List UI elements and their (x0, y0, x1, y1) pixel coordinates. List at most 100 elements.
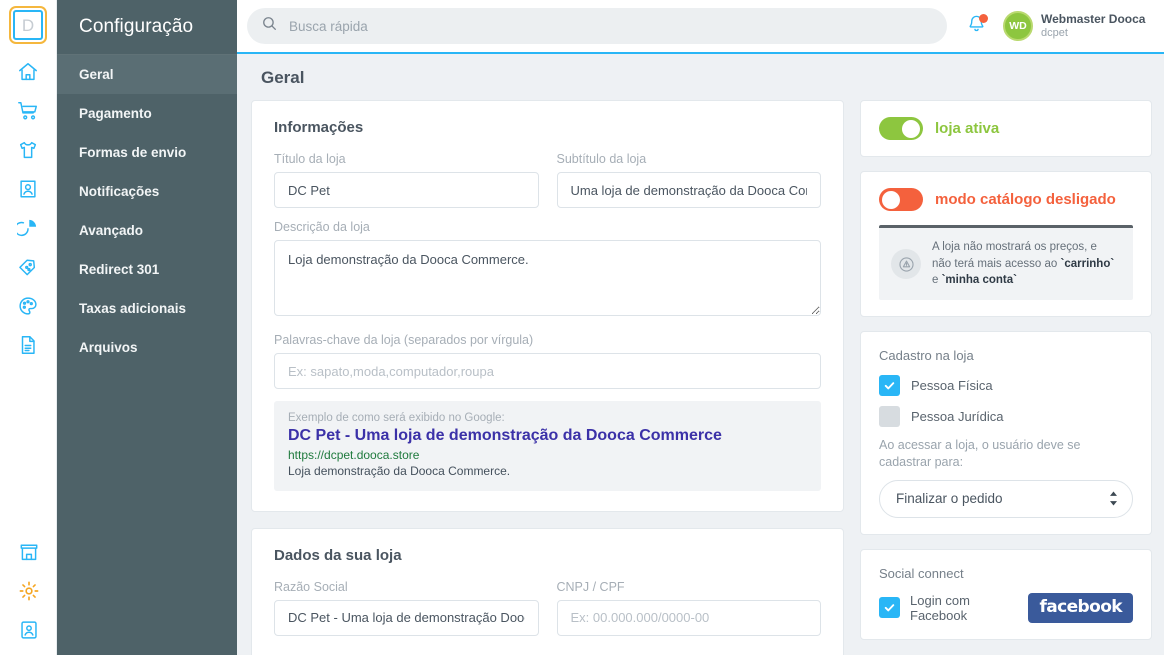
loja-ativa-toggle[interactable] (879, 117, 923, 140)
note-minha-conta: `minha conta` (941, 274, 1017, 287)
rail-item-reports[interactable] (0, 208, 57, 247)
google-preview-note: Exemplo de como será exibido no Google: (288, 412, 505, 424)
rail-item-theme[interactable] (0, 286, 57, 325)
sidebar-item-geral[interactable]: Geral (57, 55, 237, 94)
google-preview-title: DC Pet - Uma loja de demonstração da Doo… (288, 427, 722, 444)
titulo-input[interactable] (274, 172, 539, 208)
user-meta: Webmaster Dooca dcpet (1041, 12, 1145, 40)
sidebar-nav: Geral Pagamento Formas de envio Notifica… (57, 55, 237, 367)
modo-catalogo-row: modo catálogo desligado (879, 188, 1133, 211)
page-scroll[interactable]: Geral Informações Título da loja Subtítu… (237, 54, 1164, 655)
pessoa-juridica-label: Pessoa Jurídica (911, 409, 1004, 425)
pessoa-juridica-checkbox[interactable] (879, 406, 900, 428)
pessoa-fisica-checkbox[interactable] (879, 375, 900, 397)
loja-ativa-label: loja ativa (935, 120, 1000, 137)
descricao-label: Descrição da loja (274, 220, 370, 234)
field-subtitulo-da-loja: Subtítulo da loja (556, 152, 821, 208)
toggle-knob (902, 119, 920, 138)
palette-icon (17, 295, 39, 317)
informacoes-title: Informações (274, 119, 364, 136)
warning-icon (891, 249, 921, 279)
rail-item-customers[interactable] (0, 169, 57, 208)
cart-icon (17, 100, 39, 122)
facebook-login-row: Login com Facebook facebook (879, 592, 1133, 623)
sidebar-item-notificacoes[interactable]: Notificações (57, 172, 237, 211)
sidebar-item-pagamento[interactable]: Pagamento (57, 94, 237, 133)
settings-sidebar: Configuração Geral Pagamento Formas de e… (57, 0, 237, 655)
notifications-button[interactable] (961, 11, 991, 41)
sidebar-item-taxas-adicionais[interactable]: Taxas adicionais (57, 289, 237, 328)
search-box[interactable] (247, 8, 947, 44)
field-descricao-da-loja: Descrição da loja Loja demonstração da D… (274, 220, 821, 321)
dados-loja-title: Dados da sua loja (274, 546, 402, 564)
google-preview: Exemplo de como será exibido no Google: … (274, 401, 821, 491)
top-bar: WD Webmaster Dooca dcpet (237, 0, 1164, 54)
home-icon (17, 61, 39, 83)
rail-item-pages[interactable] (0, 325, 57, 364)
account-icon (18, 619, 40, 641)
subtitulo-input[interactable] (556, 172, 821, 208)
facebook-button[interactable]: facebook (1028, 592, 1133, 623)
tshirt-icon (17, 139, 39, 161)
titulo-subtitulo-row: Título da loja Subtítulo da loja (274, 152, 821, 220)
brand-logo[interactable]: D (13, 10, 43, 40)
field-cnpj-cpf: CNPJ / CPF (556, 580, 821, 636)
toggle-knob (882, 190, 900, 209)
facebook-login-label: Login com Facebook (910, 592, 970, 623)
rail-item-home[interactable] (0, 52, 57, 91)
rail-item-orders[interactable] (0, 91, 57, 130)
rail-item-store[interactable] (0, 532, 57, 571)
titulo-label: Título da loja (274, 152, 346, 166)
note-line-1: A loja não mostrará os preços, e (932, 241, 1097, 253)
pessoa-fisica-row[interactable]: Pessoa Física (879, 375, 1133, 397)
rail-item-products[interactable] (0, 130, 57, 169)
descricao-textarea[interactable]: Loja demonstração da Dooca Commerce. (274, 240, 821, 316)
notification-badge (979, 14, 988, 23)
social-connect-panel: Social connect Login com Facebook facebo… (860, 548, 1152, 640)
main-column: Informações Título da loja Subtítulo da … (251, 100, 844, 655)
side-column: loja ativa modo catálogo desligado A loj… (860, 100, 1152, 654)
field-razao-social: Razão Social (274, 580, 539, 636)
note-line-2-pre: não terá mais acesso ao (932, 257, 1061, 270)
search-input[interactable] (287, 17, 933, 35)
rail-item-account[interactable] (0, 610, 57, 649)
search-icon (261, 15, 278, 37)
customer-icon (17, 178, 39, 200)
rail-item-promotions[interactable] (0, 247, 57, 286)
rail-item-settings[interactable] (0, 571, 57, 610)
modo-catalogo-toggle[interactable] (879, 188, 923, 211)
modo-catalogo-note-text: A loja não mostrará os preços, e não ter… (932, 239, 1114, 289)
palavras-chave-label: Palavras-chave da loja (separados por ví… (274, 333, 534, 347)
cadastro-select-wrap: Finalizar o pedido (879, 479, 1133, 518)
cadastro-helper-text: Ao acessar a loja, o usuário deve se cad… (879, 438, 1081, 469)
loja-ativa-row: loja ativa (879, 117, 1133, 140)
palavras-chave-input[interactable] (274, 353, 821, 389)
facebook-login-checkbox[interactable] (879, 597, 900, 619)
brand-logo-letter: D (21, 15, 35, 35)
cadastro-select[interactable]: Finalizar o pedido (879, 479, 1133, 518)
field-palavras-chave: Palavras-chave da loja (separados por ví… (274, 333, 821, 389)
subtitulo-label: Subtítulo da loja (556, 152, 647, 166)
note-line-3-pre: e (932, 274, 942, 287)
note-carrinho: `carrinho` (1060, 257, 1115, 270)
user-menu[interactable]: WD Webmaster Dooca dcpet (1003, 11, 1145, 41)
page-title: Geral (261, 68, 305, 87)
rail-icon-list (0, 52, 57, 364)
informacoes-card: Informações Título da loja Subtítulo da … (251, 100, 844, 512)
sidebar-item-avancado[interactable]: Avançado (57, 211, 237, 250)
sidebar-item-formas-de-envio[interactable]: Formas de envio (57, 133, 237, 172)
store-icon (18, 541, 40, 563)
google-preview-description: Loja demonstração da Dooca Commerce. (288, 463, 511, 478)
pessoa-juridica-row[interactable]: Pessoa Jurídica (879, 406, 1133, 428)
sidebar-item-redirect-301[interactable]: Redirect 301 (57, 250, 237, 289)
cnpj-cpf-input[interactable] (556, 599, 821, 636)
dados-da-sua-loja-card: Dados da sua loja Razão Social CNPJ / CP… (251, 527, 844, 655)
user-name: Webmaster Dooca (1041, 11, 1146, 26)
razao-social-input[interactable] (274, 599, 539, 636)
app-root: D Configuração Geral Pagamento Formas de… (0, 0, 1164, 655)
pessoa-fisica-label: Pessoa Física (911, 378, 993, 394)
tags-icon (17, 256, 39, 278)
modo-catalogo-label: modo catálogo desligado (935, 191, 1116, 208)
rail-bottom-icons (0, 532, 57, 649)
sidebar-item-arquivos[interactable]: Arquivos (57, 328, 237, 367)
